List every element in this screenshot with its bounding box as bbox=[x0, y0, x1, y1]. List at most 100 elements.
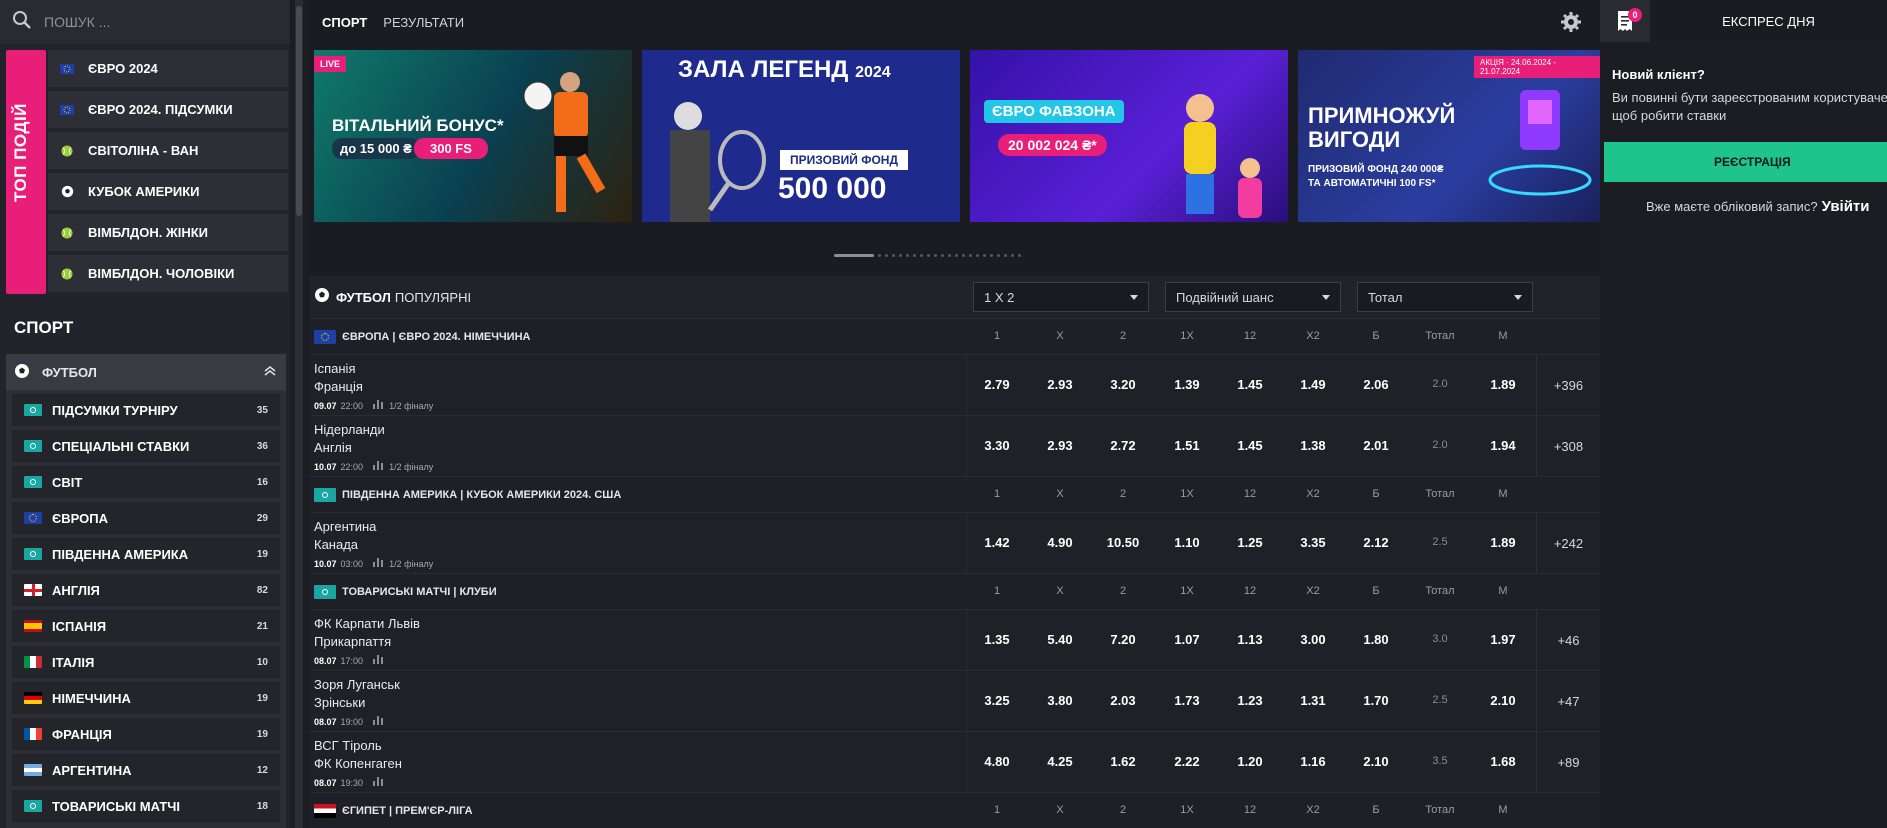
odds-button[interactable]: 5.40 bbox=[1036, 632, 1084, 647]
top-event-item[interactable]: ВІМБЛДОН. ЧОЛОВІКИ bbox=[48, 255, 288, 292]
odds-button[interactable]: 1.89 bbox=[1479, 377, 1527, 392]
odds-button[interactable]: 1.13 bbox=[1226, 632, 1274, 647]
market-select-total[interactable]: Тотал bbox=[1357, 282, 1533, 312]
carousel-dot[interactable] bbox=[983, 254, 986, 257]
league-row[interactable]: ЄГИПЕТ | ПРЕМ'ЄР-ЛІГА 1 X 2 1X 12 X2 Б Тотал М bbox=[310, 792, 1600, 828]
odds-button[interactable]: 2.93 bbox=[1036, 438, 1084, 453]
country-item[interactable]: ПІДСУМКИ ТУРНІРУ 35 bbox=[12, 394, 280, 426]
odds-button[interactable]: 1.73 bbox=[1163, 693, 1211, 708]
away-team[interactable]: Англія bbox=[314, 440, 352, 455]
carousel-dot[interactable] bbox=[913, 254, 916, 257]
odds-button[interactable]: 1.07 bbox=[1163, 632, 1211, 647]
odds-button[interactable]: 2.10 bbox=[1352, 754, 1400, 769]
odds-button[interactable]: 3.35 bbox=[1289, 535, 1337, 550]
odds-button[interactable]: 1.51 bbox=[1163, 438, 1211, 453]
league-row[interactable]: ПІВДЕННА АМЕРИКА | КУБОК АМЕРИКИ 2024. С… bbox=[310, 476, 1600, 512]
carousel-dot[interactable] bbox=[885, 254, 888, 257]
bet-slip-button[interactable]: 0 bbox=[1600, 0, 1650, 42]
league-row[interactable]: ЄВРОПА | ЄВРО 2024. НІМЕЧЧИНА 1 X 2 1X 12 X2 Б Т… bbox=[310, 318, 1600, 354]
home-team[interactable]: Аргентина bbox=[314, 519, 376, 534]
event-row[interactable]: Зоря Луганськ Зрінськи 08.07 19:00 3.25 3.… bbox=[310, 670, 1600, 731]
carousel-dot[interactable] bbox=[976, 254, 979, 257]
odds-button[interactable]: 1.20 bbox=[1226, 754, 1274, 769]
odds-button[interactable]: 1.94 bbox=[1479, 438, 1527, 453]
country-item[interactable]: ПІВДЕННА АМЕРИКА 19 bbox=[12, 538, 280, 570]
carousel-dot[interactable] bbox=[920, 254, 923, 257]
odds-button[interactable]: 1.23 bbox=[1226, 693, 1274, 708]
odds-button[interactable]: 1.80 bbox=[1352, 632, 1400, 647]
tab-results[interactable]: РЕЗУЛЬТАТИ bbox=[383, 15, 464, 30]
odds-button[interactable]: 1.38 bbox=[1289, 438, 1337, 453]
carousel-dot[interactable] bbox=[941, 254, 944, 257]
carousel-dot[interactable] bbox=[834, 254, 874, 257]
more-markets-button[interactable]: +89 bbox=[1536, 732, 1600, 792]
odds-button[interactable]: 2.93 bbox=[1036, 377, 1084, 392]
carousel-dot[interactable] bbox=[892, 254, 895, 257]
carousel-dot[interactable] bbox=[997, 254, 1000, 257]
event-row[interactable]: Іспанія Франція 09.07 22:00 1/2 фіналу 2.… bbox=[310, 354, 1600, 415]
odds-button[interactable]: 7.20 bbox=[1099, 632, 1147, 647]
odds-button[interactable]: 2.79 bbox=[973, 377, 1021, 392]
market-select-double-chance[interactable]: Подвійний шанс bbox=[1165, 282, 1341, 312]
odds-button[interactable]: 1.70 bbox=[1352, 693, 1400, 708]
odds-button[interactable]: 1.25 bbox=[1226, 535, 1274, 550]
country-item[interactable]: СВІТ 16 bbox=[12, 466, 280, 498]
sport-football-header[interactable]: ФУТБОЛ bbox=[6, 354, 286, 390]
stats-icon[interactable] bbox=[373, 655, 384, 666]
home-team[interactable]: Іспанія bbox=[314, 361, 356, 376]
top-event-item[interactable]: ВІМБЛДОН. ЖІНКИ bbox=[48, 214, 288, 251]
more-markets-button[interactable]: +396 bbox=[1536, 355, 1600, 415]
promo-banner-bonus[interactable]: LIVE ВІТАЛЬНИЙ БОНУС* до 15 000 ₴ 300 FS bbox=[314, 50, 632, 222]
event-row[interactable]: ВСГ Тіроль ФК Копенгаген 08.07 19:30 4.80… bbox=[310, 731, 1600, 792]
stats-icon[interactable] bbox=[373, 400, 384, 411]
carousel-dot[interactable] bbox=[934, 254, 937, 257]
more-markets-button[interactable]: +46 bbox=[1536, 610, 1600, 670]
country-item[interactable]: НІМЕЧЧИНА 19 bbox=[12, 682, 280, 714]
odds-button[interactable]: 1.35 bbox=[973, 632, 1021, 647]
odds-button[interactable]: 2.72 bbox=[1099, 438, 1147, 453]
odds-button[interactable]: 4.25 bbox=[1036, 754, 1084, 769]
odds-button[interactable]: 1.42 bbox=[973, 535, 1021, 550]
odds-button[interactable]: 4.80 bbox=[973, 754, 1021, 769]
odds-button[interactable]: 2.12 bbox=[1352, 535, 1400, 550]
home-team[interactable]: Зоря Луганськ bbox=[314, 677, 400, 692]
express-of-day-tab[interactable]: ЕКСПРЕС ДНЯ bbox=[1650, 14, 1887, 29]
carousel-dot[interactable] bbox=[927, 254, 930, 257]
carousel-dot[interactable] bbox=[906, 254, 909, 257]
event-row[interactable]: ФК Карпати Львів Прикарпаття 08.07 17:00 … bbox=[310, 609, 1600, 670]
odds-button[interactable]: 1.62 bbox=[1099, 754, 1147, 769]
country-item[interactable]: СПЕЦІАЛЬНІ СТАВКИ 36 bbox=[12, 430, 280, 462]
home-team[interactable]: Нідерланди bbox=[314, 422, 385, 437]
odds-button[interactable]: 3.00 bbox=[1289, 632, 1337, 647]
away-team[interactable]: Канада bbox=[314, 537, 358, 552]
country-item[interactable]: ТОВАРИСЬКІ МАТЧІ 18 bbox=[12, 790, 280, 822]
odds-button[interactable]: 2.01 bbox=[1352, 438, 1400, 453]
scrollbar-thumb[interactable] bbox=[296, 6, 302, 216]
odds-button[interactable]: 1.45 bbox=[1226, 377, 1274, 392]
odds-button[interactable]: 4.90 bbox=[1036, 535, 1084, 550]
country-item[interactable]: АРГЕНТИНА 12 bbox=[12, 754, 280, 786]
carousel-dot[interactable] bbox=[1018, 254, 1021, 257]
search-input[interactable] bbox=[44, 14, 264, 30]
top-event-item[interactable]: ЄВРО 2024. ПІДСУМКИ bbox=[48, 91, 288, 128]
more-markets-button[interactable]: +242 bbox=[1536, 513, 1600, 573]
country-item[interactable]: ФРАНЦІЯ 19 bbox=[12, 718, 280, 750]
sidebar-scrollbar[interactable] bbox=[295, 0, 303, 828]
top-events-tab[interactable]: ТОП ПОДІЙ bbox=[6, 50, 46, 294]
league-row[interactable]: ТОВАРИСЬКІ МАТЧІ | КЛУБИ 1 X 2 1X 12 X2 Б Тотал М bbox=[310, 573, 1600, 609]
carousel-dot[interactable] bbox=[1011, 254, 1014, 257]
away-team[interactable]: Прикарпаття bbox=[314, 634, 391, 649]
odds-button[interactable]: 3.30 bbox=[973, 438, 1021, 453]
odds-button[interactable]: 1.89 bbox=[1479, 535, 1527, 550]
market-select-1x2[interactable]: 1 X 2 bbox=[973, 282, 1149, 312]
register-button[interactable]: РЕЄСТРАЦІЯ bbox=[1604, 142, 1887, 182]
stats-icon[interactable] bbox=[373, 716, 384, 727]
carousel-dot[interactable] bbox=[969, 254, 972, 257]
odds-button[interactable]: 1.16 bbox=[1289, 754, 1337, 769]
odds-button[interactable]: 2.10 bbox=[1479, 693, 1527, 708]
stats-icon[interactable] bbox=[373, 777, 384, 788]
carousel-dot[interactable] bbox=[955, 254, 958, 257]
tab-sport[interactable]: СПОРТ bbox=[322, 15, 367, 30]
promo-banner-fanzone[interactable]: ЄВРО ФАВЗОНА 20 002 024 ₴* bbox=[970, 50, 1288, 222]
event-row[interactable]: Аргентина Канада 10.07 03:00 1/2 фіналу 1… bbox=[310, 512, 1600, 573]
